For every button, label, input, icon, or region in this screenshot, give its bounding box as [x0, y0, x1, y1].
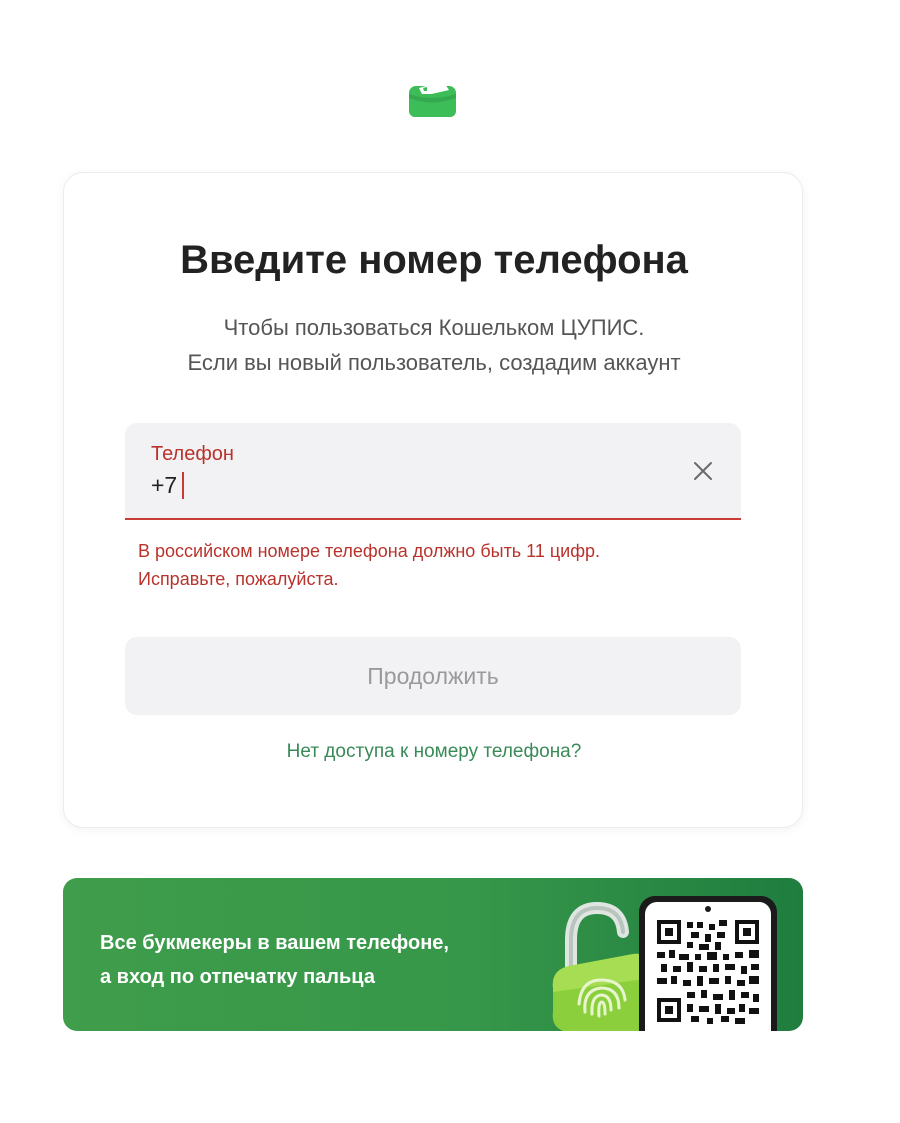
- page-title: Введите номер телефона: [180, 238, 688, 282]
- wallet-logo-icon: [409, 81, 456, 117]
- login-card: Введите номер телефона Чтобы пользоватьс…: [63, 172, 803, 828]
- phone-input[interactable]: +7: [151, 472, 185, 499]
- close-icon[interactable]: [691, 459, 715, 483]
- continue-button[interactable]: Продолжить: [125, 637, 741, 715]
- phone-field-label: Телефон: [151, 443, 234, 465]
- fingerprint-lock-icon: [552, 901, 651, 1031]
- qr-code-icon: [639, 896, 777, 1031]
- login-page: Введите номер телефона Чтобы пользоватьс…: [0, 0, 900, 1123]
- no-phone-access-link[interactable]: Нет доступа к номеру телефона?: [64, 741, 804, 763]
- text-caret: [182, 472, 185, 499]
- error-message: В российском номере телефона должно быть…: [138, 537, 600, 593]
- subtitle-line-2: Если вы новый пользователь, создадим акк…: [187, 350, 681, 375]
- subtitle-line-1: Чтобы пользоваться Кошельком ЦУПИС.: [223, 315, 645, 340]
- banner-text: Все букмекеры в вашем телефоне, а вход п…: [100, 926, 449, 994]
- phone-input-value: +7: [151, 472, 178, 498]
- error-line-2: Исправьте, пожалуйста.: [138, 569, 339, 589]
- subtitle: Чтобы пользоваться Кошельком ЦУПИС. Если…: [64, 310, 804, 380]
- promo-banner[interactable]: Все букмекеры в вашем телефоне, а вход п…: [63, 878, 803, 1031]
- phone-input-field[interactable]: Телефон +7: [125, 423, 741, 520]
- error-line-1: В российском номере телефона должно быть…: [138, 541, 601, 561]
- banner-line-2: а вход по отпечатку пальца: [100, 966, 375, 988]
- banner-line-1: Все букмекеры в вашем телефоне,: [100, 932, 449, 954]
